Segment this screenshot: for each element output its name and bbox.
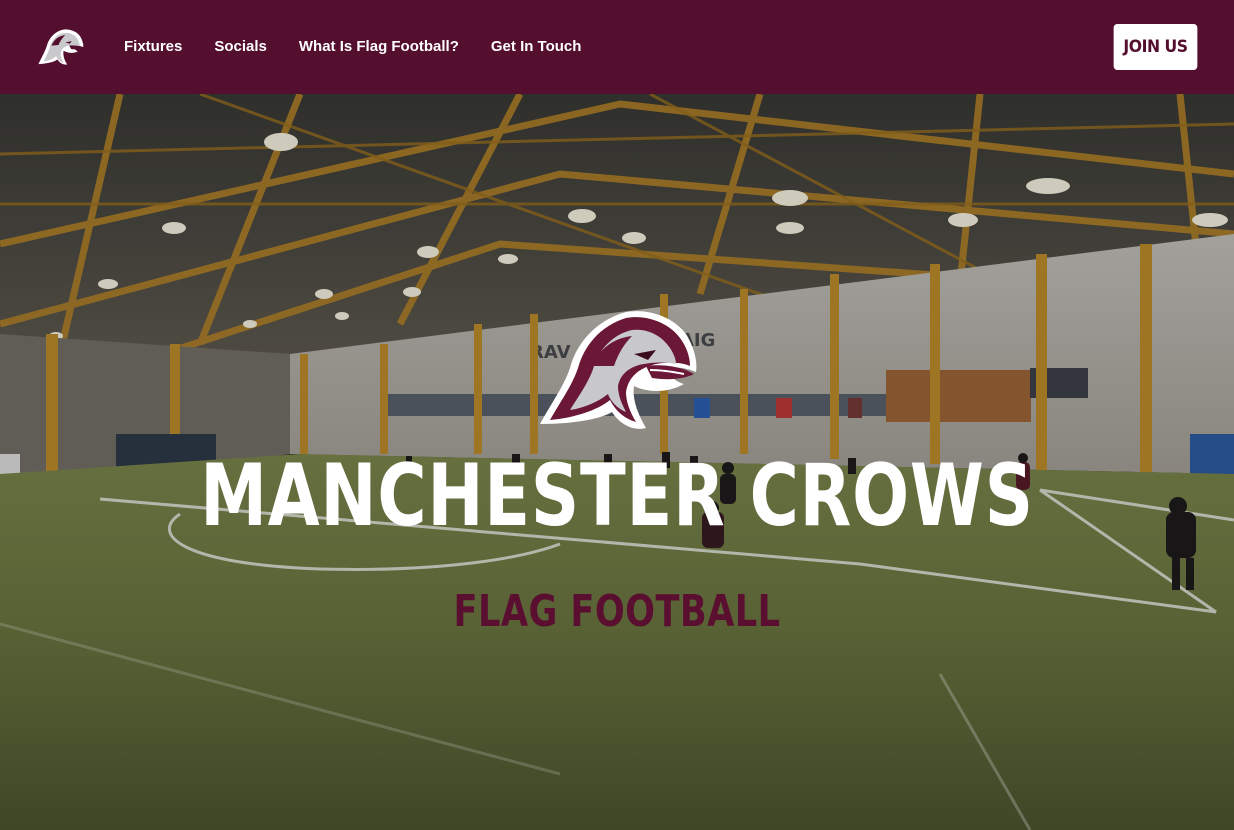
nav-link-get-in-touch[interactable]: Get In Touch <box>491 37 582 57</box>
top-navigation-bar: Fixtures Socials What Is Flag Football? … <box>0 0 1234 94</box>
join-us-button[interactable]: JOIN US <box>1113 24 1198 70</box>
hero-section: RAV AIG MANCHESTER CROWS FLAG FOOTBALL <box>0 94 1234 830</box>
nav-link-socials[interactable]: Socials <box>214 37 267 57</box>
hero-subtitle: FLAG FOOTBALL <box>453 586 781 637</box>
crow-head-logo-icon[interactable] <box>31 24 85 70</box>
hero-title: MANCHESTER CROWS <box>200 446 1034 546</box>
primary-nav: Fixtures Socials What Is Flag Football? … <box>124 37 613 57</box>
crow-head-crest-icon <box>540 311 697 429</box>
nav-link-what-is-flag-football[interactable]: What Is Flag Football? <box>299 37 459 57</box>
nav-link-fixtures[interactable]: Fixtures <box>124 37 182 57</box>
